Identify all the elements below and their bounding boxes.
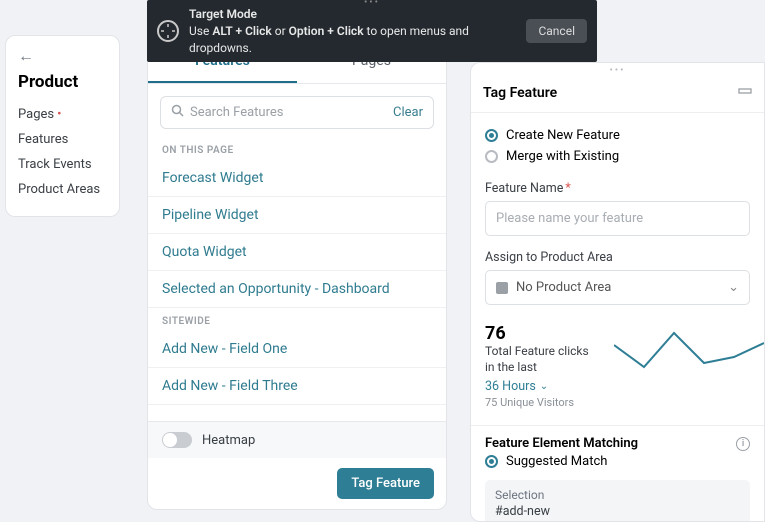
drag-handle-icon[interactable]: •••: [364, 0, 380, 8]
collapse-icon[interactable]: [738, 84, 752, 102]
chevron-down-icon: ⌄: [540, 381, 548, 392]
feature-item[interactable]: Quota Widget: [148, 234, 446, 271]
panel-title: Tag Feature: [483, 85, 738, 101]
feature-name-label: Feature Name*: [485, 181, 750, 196]
target-mode-banner: ••• Target Mode Use ALT + Click or Optio…: [147, 0, 597, 62]
feature-item[interactable]: Add New - Field Three: [148, 368, 446, 405]
search-input[interactable]: [190, 105, 393, 120]
sidebar-item-product-areas[interactable]: Product Areas: [18, 177, 107, 202]
sidebar-item-track-events[interactable]: Track Events: [18, 152, 107, 177]
back-button[interactable]: ←: [18, 46, 107, 66]
section-on-this-page: ON THIS PAGE: [148, 137, 446, 160]
tag-feature-button[interactable]: Tag Feature: [337, 468, 434, 499]
sidebar-item-pages[interactable]: Pages•: [18, 102, 107, 127]
select-value: No Product Area: [516, 280, 611, 295]
radio-suggested-match[interactable]: Suggested Match: [485, 451, 750, 472]
panel-footer: Tag Feature: [148, 458, 446, 509]
target-icon: [157, 20, 179, 42]
radio-icon: [485, 150, 498, 163]
radio-label: Create New Feature: [506, 128, 620, 143]
sidebar: ← Product Pages• Features Track Events P…: [5, 35, 120, 217]
radio-create-new[interactable]: Create New Feature: [485, 125, 750, 146]
area-color-icon: [496, 282, 508, 294]
matching-title: Feature Element Matching i: [485, 436, 750, 451]
clear-button[interactable]: Clear: [393, 105, 423, 120]
feature-item[interactable]: Add New - Field One: [148, 331, 446, 368]
info-icon[interactable]: i: [736, 437, 750, 451]
product-area-select[interactable]: No Product Area ⌄: [485, 270, 750, 305]
search-row: Clear: [160, 96, 434, 129]
radio-label: Merge with Existing: [506, 149, 619, 164]
radio-icon: [485, 129, 498, 142]
selection-label: Selection: [495, 488, 740, 502]
notification-dot-icon: •: [57, 107, 61, 122]
tag-feature-panel: ••• Tag Feature Create New Feature Merge…: [470, 62, 765, 522]
target-mode-text: Target Mode Use ALT + Click or Option + …: [189, 6, 526, 56]
selection-value: #add-new: [495, 504, 740, 519]
panel-header: Tag Feature: [471, 78, 764, 113]
feature-item[interactable]: Pipeline Widget: [148, 197, 446, 234]
heatmap-row: Heatmap: [148, 421, 446, 458]
radio-icon: [485, 455, 498, 468]
sidebar-title: Product: [18, 72, 107, 92]
search-icon: [171, 104, 184, 121]
time-range-dropdown[interactable]: 36 Hours⌄: [485, 379, 548, 394]
selection-box: Selection #add-new: [485, 480, 750, 522]
feature-item[interactable]: Selected an Opportunity - Dashboard: [148, 271, 446, 308]
matching-section: Feature Element Matching i Suggested Mat…: [471, 425, 764, 522]
heatmap-label: Heatmap: [202, 433, 255, 448]
banner-instruction: Use ALT + Click or Option + Click to ope…: [189, 23, 526, 57]
stat-unique-visitors: 75 Unique Visitors: [485, 396, 750, 409]
sidebar-item-features[interactable]: Features: [18, 127, 107, 152]
assign-area-label: Assign to Product Area: [485, 250, 750, 265]
section-sitewide: SITEWIDE: [148, 308, 446, 331]
feature-item[interactable]: Forecast Widget: [148, 160, 446, 197]
stats-block: 76 Total Feature clicks in the last 36 H…: [485, 323, 750, 409]
chevron-down-icon: ⌄: [728, 280, 739, 295]
heatmap-toggle[interactable]: [162, 432, 192, 448]
banner-title: Target Mode: [189, 6, 526, 23]
features-panel: Features Pages Clear ON THIS PAGE Foreca…: [147, 40, 447, 510]
cancel-button[interactable]: Cancel: [526, 19, 587, 43]
feature-name-input[interactable]: [485, 201, 750, 236]
radio-merge-existing[interactable]: Merge with Existing: [485, 146, 750, 167]
radio-label: Suggested Match: [506, 454, 607, 469]
clicks-sparkline: [614, 325, 764, 385]
drag-handle-icon[interactable]: •••: [471, 63, 764, 78]
